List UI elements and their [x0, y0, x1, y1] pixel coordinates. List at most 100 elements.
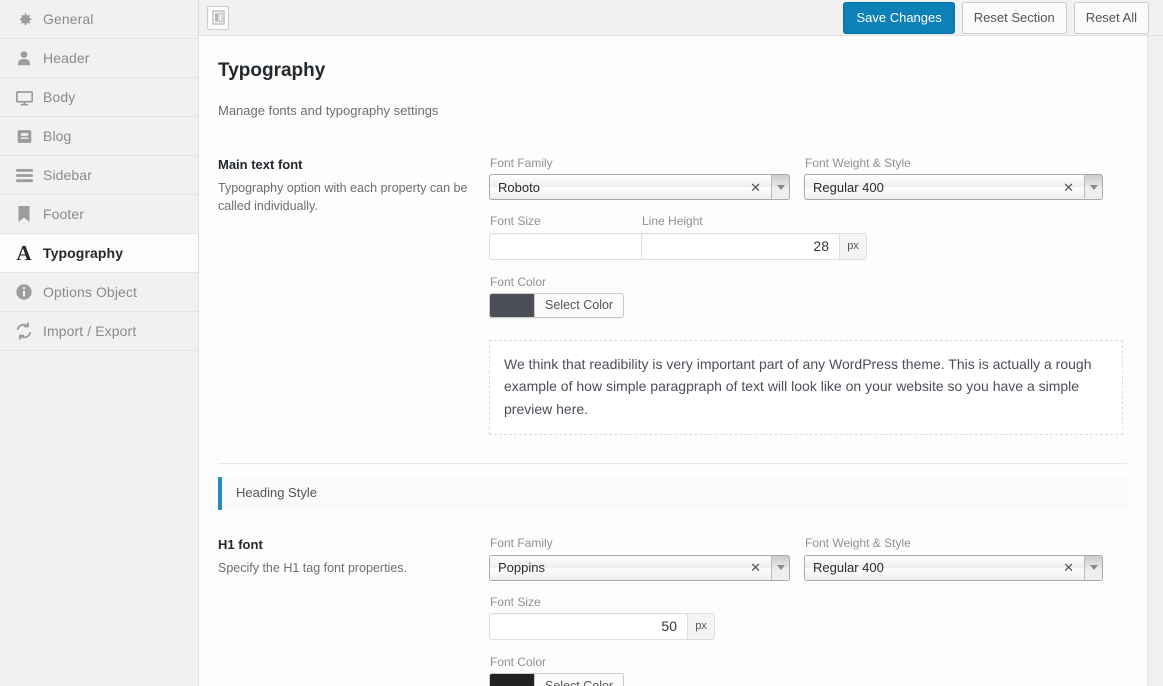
h1-font-weight-block: Font Weight & Style Regular 400 ✕ [804, 536, 1103, 581]
sidebar-item-import-export[interactable]: Import / Export [0, 312, 198, 351]
info-icon [10, 283, 38, 301]
clear-x-icon[interactable]: ✕ [1059, 181, 1078, 194]
main-line-height-unit: px [839, 232, 867, 260]
h1-font-label-col: H1 font Specify the H1 tag font properti… [218, 536, 489, 577]
h1-font-color-picker[interactable]: Select Color [489, 673, 625, 686]
main-font-family-block: Font Family Roboto ✕ [489, 155, 790, 201]
content-column: Save Changes Reset Section Reset All Typ… [199, 0, 1163, 686]
h1-font-family-field[interactable]: Poppins ✕ [489, 554, 771, 581]
main-line-height-label: Line Height [642, 214, 703, 229]
main-text-font-row: Main text font Typography option with ea… [218, 155, 1127, 436]
sync-icon [10, 322, 38, 340]
sidebar-item-label: Body [43, 89, 76, 105]
main-font-color-picker[interactable]: Select Color [489, 292, 625, 318]
h1-font-select-grid: Font Family Poppins ✕ Font Weight & Styl… [489, 536, 1127, 581]
h1-font-row: H1 font Specify the H1 tag font properti… [218, 536, 1127, 686]
sidebar-item-label: Import / Export [43, 323, 137, 339]
sidebar-item-label: Footer [43, 206, 85, 222]
layout-panel-icon[interactable] [207, 5, 229, 30]
typography-panel: Typography Manage fonts and typography s… [199, 36, 1148, 686]
chevron-down-icon[interactable] [771, 174, 790, 201]
main-font-weight-field[interactable]: Regular 400 ✕ [804, 174, 1084, 201]
sidebar-item-header[interactable]: Header [0, 39, 198, 78]
main-font-family-field[interactable]: Roboto ✕ [489, 174, 771, 201]
clear-x-icon[interactable]: ✕ [746, 561, 765, 574]
h1-font-color-label: Font Color [490, 654, 547, 669]
h1-font-family-label: Font Family [490, 536, 553, 551]
main-font-select-grid: Font Family Roboto ✕ Font Weight & Style… [489, 155, 1127, 201]
sidebar-item-sidebar[interactable]: Sidebar [0, 156, 198, 195]
main-font-color-block: Font Color Select Color [489, 275, 1127, 322]
sidebar-item-footer[interactable]: Footer [0, 195, 198, 234]
post-icon [10, 128, 38, 145]
heading-style-section-header: Heading Style [218, 477, 1128, 511]
h1-font-size-block: Font Size px [489, 594, 715, 640]
select-color-label: Select Color [545, 678, 614, 686]
sidebar-item-label: Header [43, 50, 90, 66]
main-font-size-block: Font Size px [489, 214, 715, 260]
sidebar-item-label: Blog [43, 128, 72, 144]
main-line-height-block: Line Height px [641, 214, 867, 260]
main-text-font-label-col: Main text font Typography option with ea… [218, 156, 489, 215]
menu-bars-icon [10, 168, 38, 183]
main-font-weight-label: Font Weight & Style [805, 155, 911, 170]
chevron-down-icon[interactable] [1084, 554, 1103, 581]
typography-preview-box: We think that readibility is very import… [489, 339, 1123, 436]
toolbar-actions: Save Changes Reset Section Reset All [843, 1, 1149, 34]
panel-scroll-area[interactable]: Typography Manage fonts and typography s… [199, 36, 1163, 686]
sidebar-item-blog[interactable]: Blog [0, 117, 198, 156]
main-text-font-controls: Font Family Roboto ✕ Font Weight & Style… [489, 155, 1127, 436]
chevron-down-icon[interactable] [771, 554, 790, 581]
sidebar-item-general[interactable]: General [0, 0, 198, 39]
h1-font-controls: Font Family Poppins ✕ Font Weight & Styl… [489, 536, 1127, 686]
h1-font-size-control[interactable]: px [489, 612, 715, 640]
clear-x-icon[interactable]: ✕ [746, 181, 765, 194]
main-font-family-label: Font Family [490, 155, 553, 170]
page-subtitle: Manage fonts and typography settings [218, 102, 439, 118]
main-font-family-value: Roboto [498, 179, 540, 195]
chevron-down-icon[interactable] [1084, 174, 1103, 201]
monitor-icon [10, 89, 38, 106]
main-font-metrics-grid: Font Size px Line Height px [489, 214, 1127, 260]
h1-font-metrics-grid: Font Size px [489, 595, 1127, 640]
reset-all-button[interactable]: Reset All [1073, 1, 1149, 34]
main-font-color-label: Font Color [490, 274, 547, 289]
sidebar-item-label: General [43, 11, 94, 27]
h1-font-color-block: Font Color Select Color [489, 655, 1127, 686]
main-line-height-input[interactable] [641, 232, 839, 260]
h1-font-size-label: Font Size [490, 594, 541, 609]
main-text-font-description: Typography option with each property can… [218, 180, 468, 213]
page-title: Typography [218, 60, 326, 81]
theme-options-app: General Header Body Blog Sidebar Footer … [0, 0, 1163, 686]
sidebar-item-typography[interactable]: A Typography [0, 234, 198, 273]
clear-x-icon[interactable]: ✕ [1059, 561, 1078, 574]
main-font-weight-block: Font Weight & Style Regular 400 ✕ [804, 155, 1103, 201]
h1-font-description: Specify the H1 tag font properties. [218, 561, 407, 576]
h1-font-weight-field[interactable]: Regular 400 ✕ [804, 554, 1084, 581]
main-font-size-control[interactable]: px [489, 232, 715, 260]
heading-style-title: Heading Style [236, 485, 317, 501]
preview-paragraph: We think that readibility is very import… [504, 355, 1092, 417]
color-swatch [490, 674, 535, 686]
main-font-weight-select[interactable]: Regular 400 ✕ [804, 174, 1103, 201]
sidebar-item-label: Typography [43, 245, 124, 261]
options-sidebar: General Header Body Blog Sidebar Footer … [0, 0, 199, 686]
save-changes-button[interactable]: Save Changes [843, 1, 955, 34]
main-font-family-select[interactable]: Roboto ✕ [489, 174, 790, 201]
h1-font-weight-select[interactable]: Regular 400 ✕ [804, 554, 1103, 581]
h1-font-weight-label: Font Weight & Style [805, 536, 911, 551]
sidebar-item-body[interactable]: Body [0, 78, 198, 117]
h1-font-family-select[interactable]: Poppins ✕ [489, 554, 790, 581]
h1-font-family-value: Poppins [498, 560, 545, 576]
h1-font-weight-value: Regular 400 [813, 560, 884, 576]
options-toolbar: Save Changes Reset Section Reset All [199, 0, 1163, 36]
sidebar-item-options-object[interactable]: Options Object [0, 273, 198, 312]
main-font-size-label: Font Size [490, 214, 541, 229]
sidebar-item-label: Options Object [43, 284, 137, 300]
gear-icon [10, 11, 38, 28]
main-font-weight-value: Regular 400 [813, 179, 884, 195]
color-swatch [490, 293, 535, 317]
main-line-height-control[interactable]: px [641, 232, 867, 260]
reset-section-button[interactable]: Reset Section [961, 1, 1067, 34]
h1-font-size-input[interactable] [489, 612, 687, 640]
